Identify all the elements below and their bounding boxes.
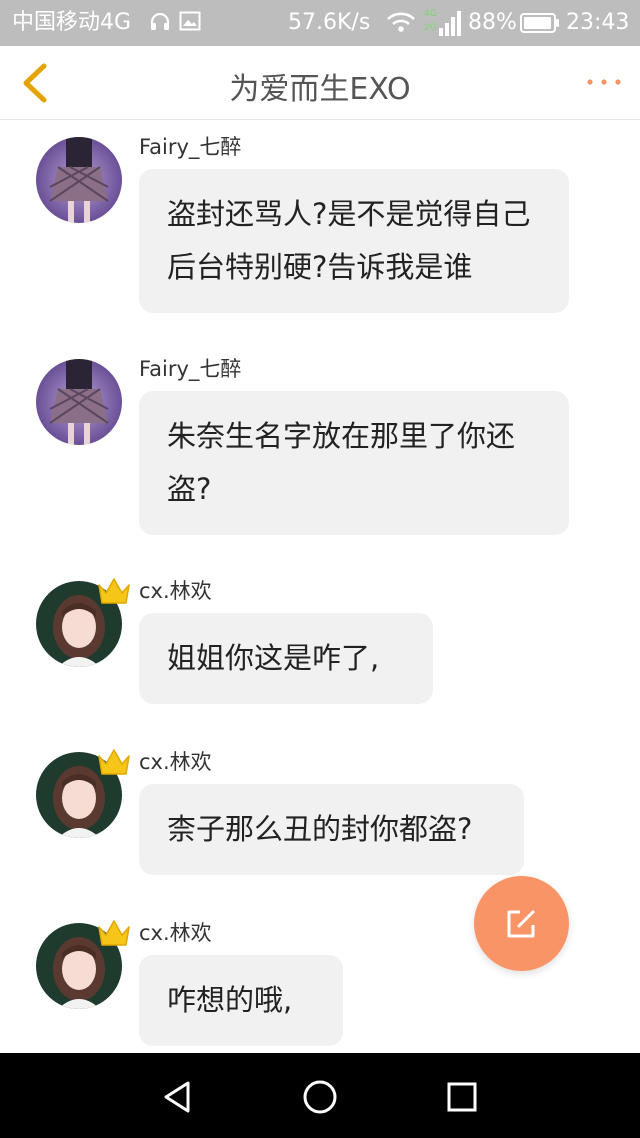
status-bar: 中国移动4G 57.6K/s 4G 2G 88% 23:43 (0, 0, 640, 46)
system-nav-bar (0, 1053, 640, 1138)
crown-icon (96, 575, 132, 607)
nav-home-button[interactable] (298, 1075, 342, 1119)
network-badge-bottom: 2G (424, 23, 437, 33)
message-bubble[interactable]: 盗封还骂人?是不是觉得自己 后台特别硬?告诉我是谁 (139, 169, 569, 313)
username[interactable]: cx.林欢 (139, 746, 212, 776)
message-text-line: 柰子那么丑的封你都盗? (167, 812, 473, 846)
message-bubble[interactable]: 姐姐你这是咋了, (139, 613, 433, 704)
battery-percent: 88% (468, 10, 517, 35)
crown-icon (96, 917, 132, 949)
header: 为爱而生EXO (0, 46, 640, 120)
page-title: 为爱而生EXO (229, 72, 411, 107)
more-button[interactable] (582, 64, 626, 100)
network-speed: 57.6K/s (288, 10, 371, 35)
headset-icon (148, 10, 172, 42)
circle-home-icon (303, 1080, 337, 1114)
wifi-icon (386, 10, 416, 42)
username[interactable]: cx.林欢 (139, 917, 212, 947)
message-bubble[interactable]: 柰子那么丑的封你都盗? (139, 784, 524, 875)
nav-recent-button[interactable] (440, 1075, 484, 1119)
avatar[interactable] (36, 137, 122, 223)
edit-icon (507, 910, 535, 938)
image-notification-icon (178, 9, 202, 41)
message-text-line: 咋想的哦, (167, 983, 293, 1017)
carrier-label: 中国移动4G (12, 10, 132, 35)
more-dots-icon (587, 79, 621, 85)
message-bubble[interactable]: 咋想的哦, (139, 955, 343, 1046)
battery-icon (520, 12, 560, 42)
username[interactable]: cx.林欢 (139, 575, 212, 605)
message-text-line: 盗封还骂人?是不是觉得自己 (167, 197, 531, 231)
square-recent-icon (447, 1082, 477, 1112)
compose-button[interactable] (474, 876, 569, 971)
triangle-back-icon (164, 1081, 190, 1113)
signal-icon: 4G 2G (424, 6, 464, 48)
crown-icon (96, 746, 132, 778)
username[interactable]: Fairy_七醉 (139, 131, 241, 161)
message-text-line: 姐姐你这是咋了, (167, 641, 380, 675)
nav-back-button[interactable] (156, 1075, 200, 1119)
network-badge-top: 4G (424, 9, 437, 19)
username[interactable]: Fairy_七醉 (139, 353, 241, 383)
clock: 23:43 (566, 10, 630, 35)
message-text-line: 后台特别硬?告诉我是谁 (167, 250, 473, 284)
message-text-line: 盗? (167, 472, 212, 506)
avatar[interactable] (36, 359, 122, 445)
message-text-line: 朱奈生名字放在那里了你还 (167, 419, 516, 453)
message-bubble[interactable]: 朱奈生名字放在那里了你还 盗? (139, 391, 569, 535)
